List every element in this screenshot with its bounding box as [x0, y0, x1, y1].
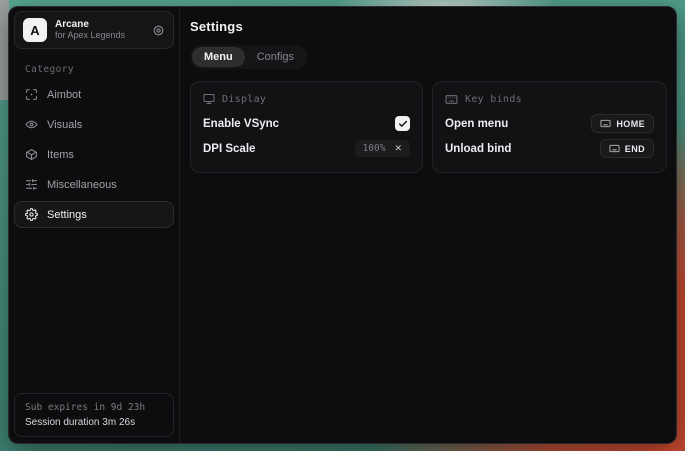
vsync-label: Enable VSync	[203, 118, 279, 130]
dpi-scale-label: DPI Scale	[203, 143, 255, 155]
sidebar-item-label: Visuals	[47, 119, 82, 131]
main-panel: Settings Menu Configs Display	[180, 7, 677, 443]
gear-icon	[25, 208, 38, 221]
app-subtitle: for Apex Legends	[55, 31, 125, 41]
app-title-block: Arcane for Apex Legends	[55, 19, 125, 41]
session-duration-text: Session duration 3m 26s	[25, 417, 163, 428]
sidebar-item-miscellaneous[interactable]: Miscellaneous	[14, 171, 174, 198]
tab-configs[interactable]: Configs	[245, 47, 306, 67]
keyboard-icon	[600, 118, 611, 129]
open-menu-row: Open menu HOME	[445, 111, 654, 136]
keybinds-card: Key binds Open menu HOME Unload bin	[432, 81, 667, 173]
scan-crosshair-icon	[25, 88, 38, 101]
display-card: Display Enable VSync DPI Scale 100% ✕	[190, 81, 423, 173]
sidebar-item-settings[interactable]: Settings	[14, 201, 174, 228]
sidebar: A Arcane for Apex Legends Category	[9, 7, 180, 443]
desktop-background: { "app": { "name": "Arcane", "subtitle":…	[0, 0, 685, 451]
display-card-title: Display	[222, 94, 266, 105]
sidebar-item-label: Miscellaneous	[47, 179, 117, 191]
cube-package-icon	[25, 148, 38, 161]
unload-bind-label: Unload bind	[445, 143, 511, 155]
unload-keybind-button[interactable]: END	[600, 139, 654, 158]
settings-cards: Display Enable VSync DPI Scale 100% ✕	[190, 81, 667, 173]
app-logo: A	[23, 18, 47, 42]
sidebar-item-items[interactable]: Items	[14, 141, 174, 168]
open-menu-key: HOME	[616, 119, 645, 129]
unload-bind-row: Unload bind END	[445, 136, 654, 161]
sidebar-item-aimbot[interactable]: Aimbot	[14, 81, 174, 108]
monitor-icon	[203, 93, 215, 105]
keybinds-card-title: Key binds	[465, 94, 522, 105]
keyboard-icon	[609, 143, 620, 154]
open-menu-label: Open menu	[445, 118, 508, 130]
category-label: Category	[25, 64, 174, 75]
crosshair-target-icon[interactable]	[152, 24, 165, 37]
open-menu-keybind-button[interactable]: HOME	[591, 114, 654, 133]
subscription-status-box: Sub expires in 9d 23h Session duration 3…	[14, 393, 174, 437]
app-logo-card: A Arcane for Apex Legends	[14, 11, 174, 49]
keybinds-card-header: Key binds	[445, 90, 654, 108]
tab-menu[interactable]: Menu	[192, 47, 245, 67]
sidebar-item-label: Aimbot	[47, 89, 81, 101]
sidebar-item-visuals[interactable]: Visuals	[14, 111, 174, 138]
eye-icon	[25, 118, 38, 131]
keyboard-icon	[445, 93, 458, 106]
vsync-row: Enable VSync	[203, 111, 410, 136]
dpi-scale-value: 100%	[363, 143, 386, 154]
dpi-scale-row: DPI Scale 100% ✕	[203, 136, 410, 161]
sub-expires-text: Sub expires in 9d 23h	[25, 402, 163, 413]
page-title: Settings	[190, 19, 667, 34]
sidebar-nav: Aimbot Visuals Items	[14, 81, 174, 228]
dpi-scale-input[interactable]: 100% ✕	[355, 140, 410, 157]
app-name: Arcane	[55, 19, 125, 30]
sidebar-item-label: Settings	[47, 209, 87, 221]
unload-bind-key: END	[625, 144, 645, 154]
sidebar-item-label: Items	[47, 149, 74, 161]
clear-icon[interactable]: ✕	[394, 144, 402, 153]
display-card-header: Display	[203, 90, 410, 108]
app-window: A Arcane for Apex Legends Category	[8, 6, 677, 444]
vsync-checkbox[interactable]	[395, 116, 410, 131]
sliders-icon	[25, 178, 38, 191]
settings-tabbar: Menu Configs	[190, 45, 308, 69]
